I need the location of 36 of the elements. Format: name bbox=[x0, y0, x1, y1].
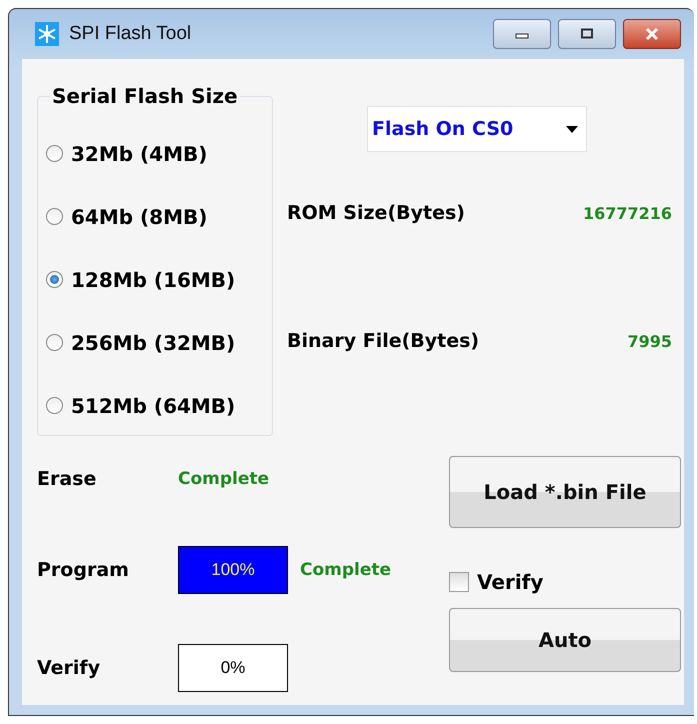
minimize-button[interactable] bbox=[493, 19, 551, 49]
info-label: Binary File(Bytes) bbox=[287, 330, 480, 352]
step-status: Complete bbox=[299, 560, 392, 580]
step-label: Program bbox=[37, 559, 130, 581]
radio-label[interactable]: 32Mb (4MB) bbox=[71, 142, 208, 166]
info-value: 7995 bbox=[627, 332, 672, 350]
radio-label[interactable]: 256Mb (32MB) bbox=[71, 330, 236, 354]
radio-button[interactable] bbox=[46, 271, 63, 288]
auto-button[interactable]: Auto bbox=[449, 608, 681, 672]
maximize-icon bbox=[579, 28, 595, 40]
load-file-button[interactable]: Load *.bin File bbox=[449, 456, 681, 528]
window-title: SPI Flash Tool bbox=[69, 23, 192, 45]
step-status: Complete bbox=[178, 469, 270, 489]
radio-button[interactable] bbox=[46, 145, 63, 162]
radio-label[interactable]: 64Mb (8MB) bbox=[71, 204, 208, 228]
maximize-button[interactable] bbox=[558, 19, 616, 49]
progress-reading: 100% bbox=[211, 560, 255, 580]
radio-button[interactable] bbox=[46, 208, 63, 225]
close-button[interactable] bbox=[623, 19, 681, 49]
snowflake-icon bbox=[35, 22, 59, 46]
group-title: Serial Flash Size bbox=[51, 84, 239, 108]
radio-label[interactable]: 128Mb (16MB) bbox=[71, 268, 236, 292]
step-label: Verify bbox=[37, 657, 102, 679]
dropdown-value: Flash On CS0 bbox=[372, 118, 514, 140]
close-icon bbox=[644, 27, 660, 41]
radio-button[interactable] bbox=[46, 334, 63, 351]
verify-checkbox-label[interactable]: Verify bbox=[477, 570, 544, 594]
info-value: 16777216 bbox=[582, 204, 672, 222]
flash-select-dropdown[interactable]: Flash On CS0 bbox=[367, 106, 587, 152]
verify-checkbox[interactable] bbox=[449, 572, 469, 592]
info-label: ROM Size(Bytes) bbox=[287, 202, 465, 224]
radio-button[interactable] bbox=[46, 397, 63, 414]
progress-reading: 0% bbox=[220, 658, 246, 678]
step-label: Erase bbox=[37, 468, 98, 490]
radio-label[interactable]: 512Mb (64MB) bbox=[71, 394, 236, 418]
dropdown-arrow-icon bbox=[566, 126, 578, 132]
